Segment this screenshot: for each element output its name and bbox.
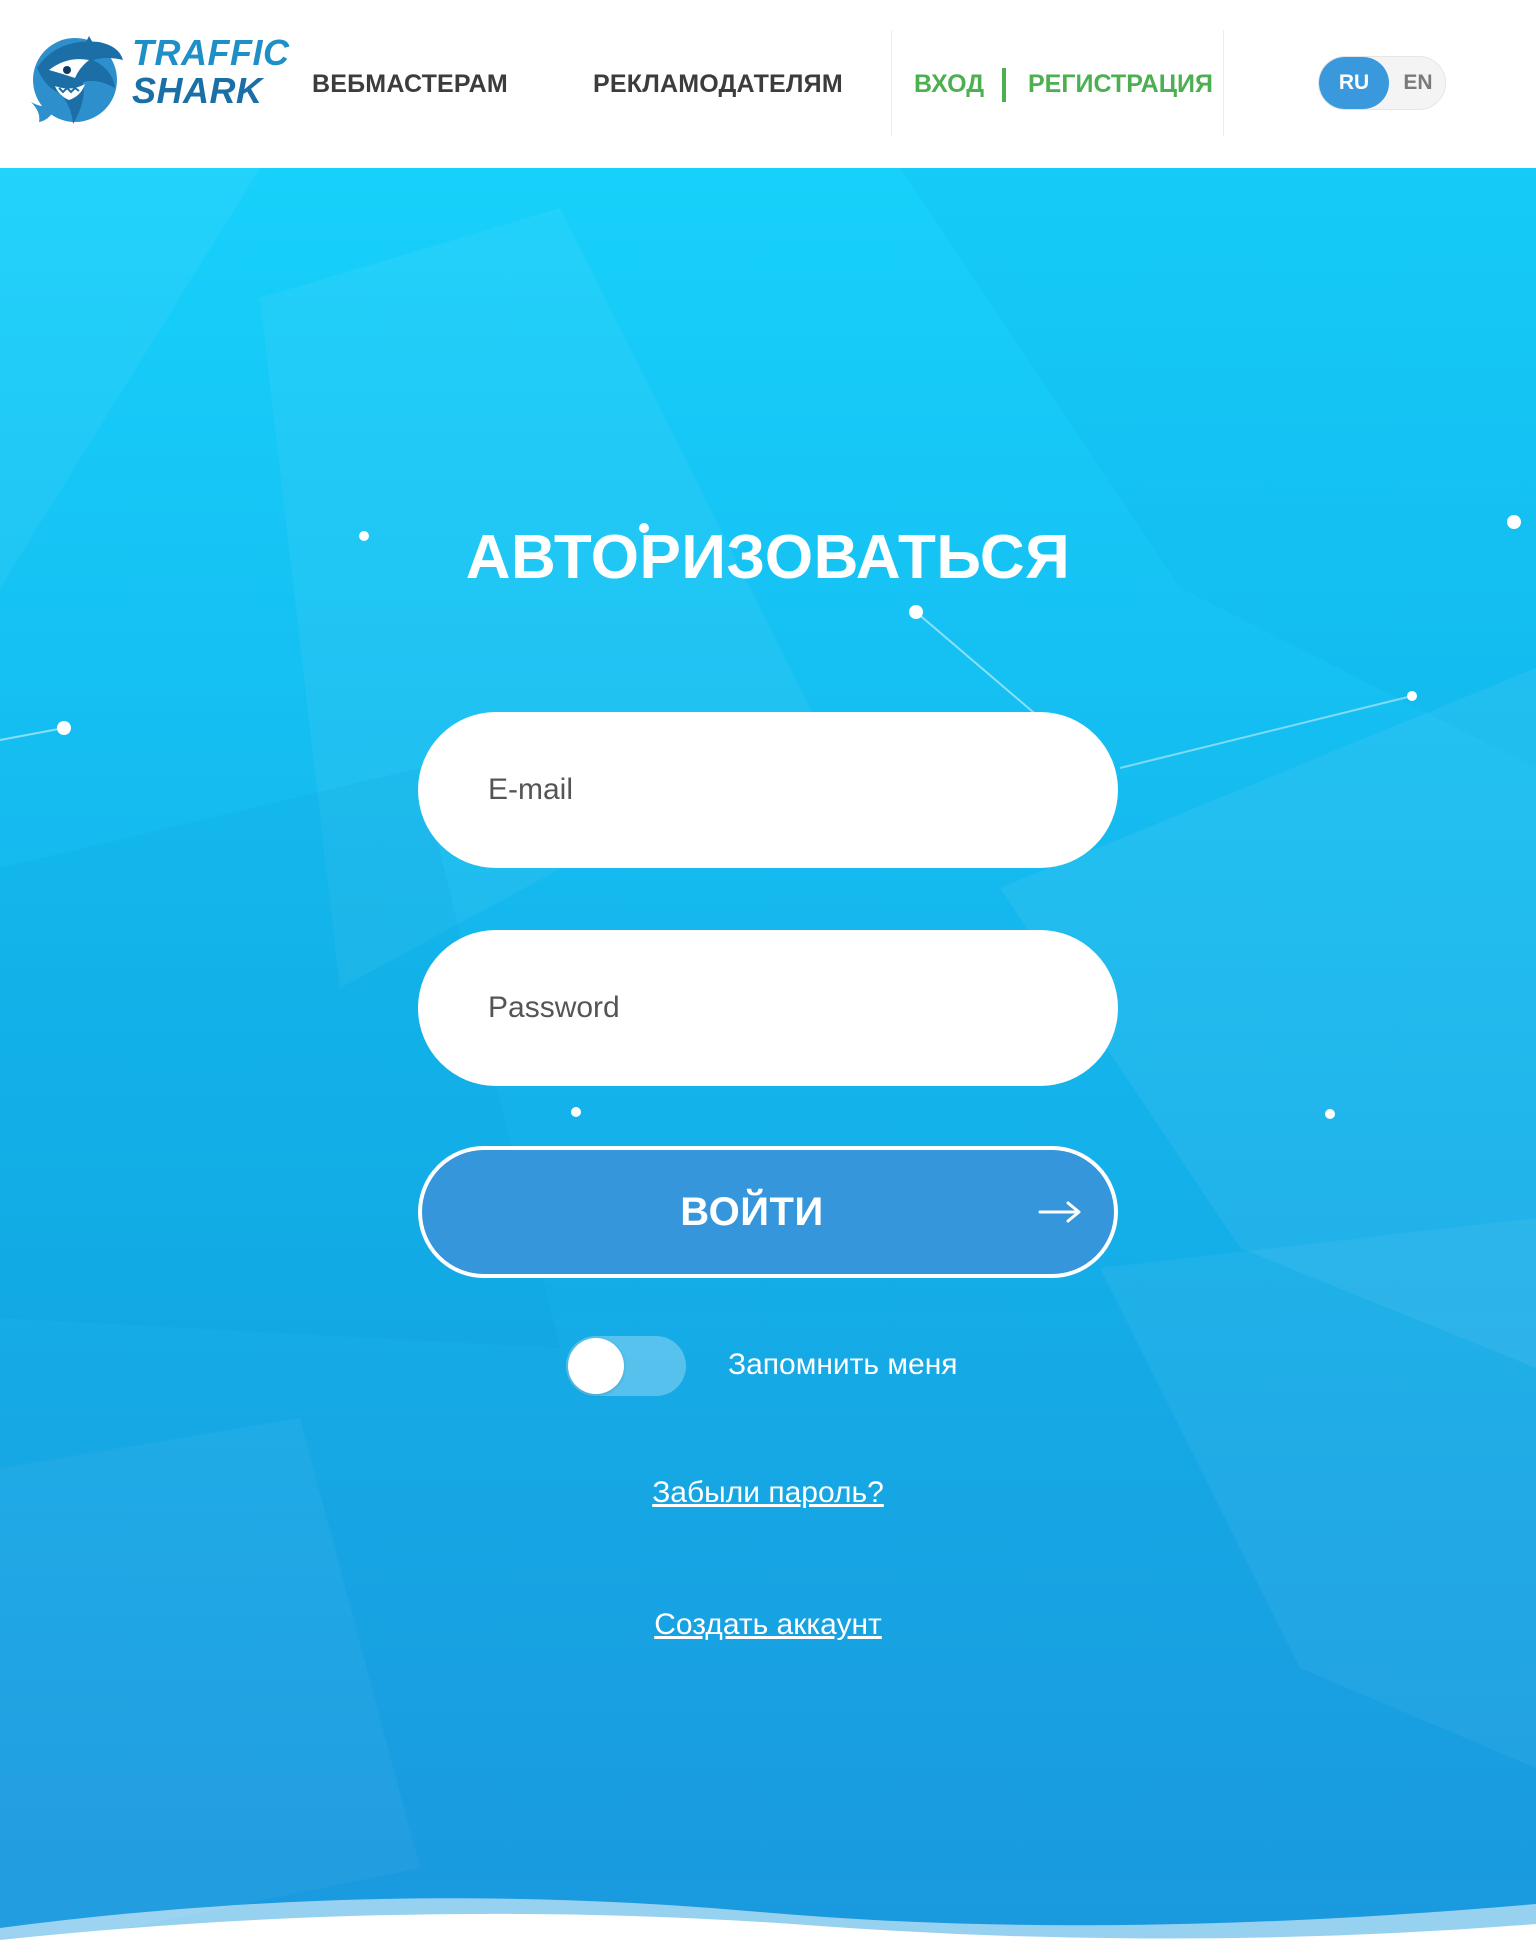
toggle-knob	[568, 1338, 624, 1394]
lang-option-ru[interactable]: RU	[1319, 57, 1389, 109]
language-switch: RU EN	[1318, 56, 1446, 110]
login-link[interactable]: ВХОД	[914, 70, 984, 99]
forgot-password-link[interactable]: Забыли пароль?	[0, 1476, 1536, 1510]
login-button-label: ВОЙТИ	[680, 1190, 824, 1234]
remember-me-toggle[interactable]	[566, 1336, 686, 1396]
remember-me-label: Запомнить меня	[728, 1348, 958, 1381]
password-input[interactable]	[418, 930, 1118, 1086]
email-input[interactable]	[418, 712, 1118, 868]
nav-advertisers[interactable]: РЕКЛАМОДАТЕЛЯМ	[593, 70, 843, 99]
login-button[interactable]: ВОЙТИ	[418, 1146, 1118, 1278]
logo[interactable]: TRAFFIC SHARK	[26, 28, 289, 132]
register-link[interactable]: РЕГИСТРАЦИЯ	[1028, 70, 1213, 99]
site-header: TRAFFIC SHARK ВЕБМАСТЕРАМ РЕКЛАМОДАТЕЛЯМ…	[0, 0, 1536, 168]
create-account-link[interactable]: Создать аккаунт	[0, 1608, 1536, 1642]
arrow-right-icon	[1038, 1201, 1081, 1223]
logo-wordmark: TRAFFIC SHARK	[132, 34, 289, 110]
bottom-wave	[0, 1898, 1536, 1954]
header-divider	[1223, 30, 1224, 136]
login-section: АВТОРИЗОВАТЬСЯ ВОЙТИ Запомнить меня Забы…	[0, 168, 1536, 1954]
logo-line-2: SHARK	[132, 70, 263, 111]
nav-webmasters[interactable]: ВЕБМАСТЕРАМ	[312, 70, 508, 99]
header-divider	[891, 30, 892, 136]
page-title: АВТОРИЗОВАТЬСЯ	[465, 523, 1071, 592]
shark-icon	[31, 36, 123, 124]
lang-option-en[interactable]: EN	[1391, 57, 1445, 109]
auth-divider	[1002, 68, 1006, 102]
logo-line-1: TRAFFIC	[132, 32, 290, 73]
